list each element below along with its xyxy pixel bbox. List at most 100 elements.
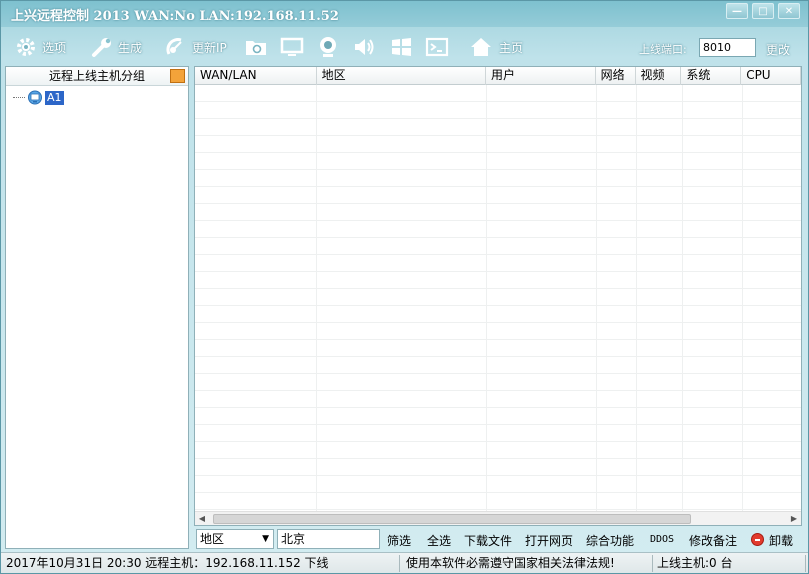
grid-line [682,85,683,511]
filter-button[interactable]: 筛选 [387,532,411,549]
status-legal-notice: 使用本软件必需遵守国家相关法律法规! [403,555,653,572]
window-title: 上兴远程控制 2013 WAN:No LAN:192.168.11.52 [11,9,339,24]
empty-grid-row [195,102,801,119]
build-label: 生成 [118,40,143,55]
grid-line [742,85,743,511]
audio-button[interactable] [351,32,377,62]
webcam-icon [315,34,341,60]
column-video[interactable]: 视频 [636,67,682,85]
title-bar[interactable]: 上兴远程控制 2013 WAN:No LAN:192.168.11.52 — □… [1,1,808,27]
column-wan-lan[interactable]: WAN/LAN [195,67,317,85]
minimize-button[interactable]: — [726,3,748,19]
windows-icon [388,34,414,60]
speaker-icon [351,34,377,60]
maximize-button[interactable]: □ [752,3,774,19]
empty-grid-row [195,459,801,476]
open-webpage-button[interactable]: 打开网页 [525,532,573,549]
scroll-thumb[interactable] [213,514,691,524]
terminal-icon [424,34,450,60]
port-input[interactable]: 8010 [699,38,756,57]
empty-grid-row [195,238,801,255]
filter-value-input[interactable]: 北京 [277,529,380,549]
column-region[interactable]: 地区 [317,67,487,85]
port-label: 上线端口: [639,43,687,56]
download-file-button[interactable]: 下载文件 [464,532,512,549]
empty-grid-row [195,391,801,408]
column-cpu[interactable]: CPU [741,67,801,85]
status-last-event: 2017年10月31日 20:30 远程主机：192.168.11.152 下线 [3,555,400,572]
dropdown-arrow-icon: ▼ [262,534,269,544]
wrench-icon [89,34,115,60]
file-manager-button[interactable] [243,32,269,62]
filter-field-select[interactable]: 地区 ▼ [196,529,274,549]
window-controls: — □ ✕ [726,3,800,19]
update-ip-button[interactable]: 更新IP [163,32,227,62]
build-button[interactable]: 生成 [89,32,142,62]
scroll-left-arrow-icon[interactable]: ◀ [197,514,207,524]
empty-grid-row [195,221,801,238]
column-user[interactable]: 用户 [486,67,596,85]
close-button[interactable]: ✕ [778,3,800,19]
system-button[interactable] [388,32,414,62]
webcam-button[interactable] [315,32,341,62]
tree-node-a1[interactable]: A1 [13,90,64,105]
empty-grid-row [195,272,801,289]
gear-icon [13,34,39,60]
group-panel-title: 远程上线主机分组 [48,69,145,83]
empty-grid-row [195,136,801,153]
toolbar: 选项 生成 更新IP 主页 上线端口: 8010 更改 [1,28,808,66]
options-label: 选项 [42,40,67,55]
empty-grid-row [195,187,801,204]
empty-grid-row [195,306,801,323]
empty-grid-row [195,289,801,306]
group-panel-header: 远程上线主机分组 [6,67,188,86]
empty-grid-row [195,476,801,493]
main-window: 上兴远程控制 2013 WAN:No LAN:192.168.11.52 — □… [0,0,809,574]
uninstall-button[interactable]: 卸载 [769,532,793,549]
uninstall-icon [751,533,764,546]
edit-remark-button[interactable]: 修改备注 [689,532,737,549]
column-system[interactable]: 系统 [681,67,742,85]
filter-field-value: 地区 [200,532,225,546]
column-network[interactable]: 网络 [596,67,636,85]
satellite-icon [163,34,189,60]
empty-grid-row [195,153,801,170]
empty-grid-row [195,204,801,221]
tree-node-label: A1 [45,90,64,105]
computer-group-icon [27,90,43,105]
host-list-header: WAN/LAN 地区 用户 网络 视频 系统 CPU [195,67,801,85]
shell-button[interactable] [424,32,450,62]
empty-grid-row [195,255,801,272]
grid-line [316,85,317,511]
horizontal-scrollbar[interactable]: ◀ ▶ [195,511,801,525]
status-online-count: 上线主机:0 台 [655,555,806,572]
empty-grid-row [195,170,801,187]
grid-rows [195,85,801,510]
empty-grid-row [195,442,801,459]
host-list: WAN/LAN 地区 用户 网络 视频 系统 CPU ◀ ▶ [194,66,802,526]
change-port-button[interactable]: 更改 [766,41,790,58]
combined-functions-button[interactable]: 综合功能 [586,532,634,549]
empty-grid-row [195,357,801,374]
grid-line [486,85,487,511]
empty-grid-row [195,85,801,102]
status-bar: 2017年10月31日 20:30 远程主机：192.168.11.152 下线… [1,552,808,573]
screen-button[interactable] [279,32,305,62]
group-settings-icon[interactable] [170,69,185,83]
ddos-button[interactable]: DDOS [650,534,674,545]
grid-line [596,85,597,511]
homepage-label: 主页 [499,40,524,55]
host-list-body[interactable] [195,85,801,511]
homepage-button[interactable]: 主页 [468,32,523,62]
empty-grid-row [195,493,801,510]
options-button[interactable]: 选项 [13,32,66,62]
scroll-right-arrow-icon[interactable]: ▶ [789,514,799,524]
grid-line [636,85,637,511]
empty-grid-row [195,374,801,391]
empty-grid-row [195,340,801,357]
empty-grid-row [195,119,801,136]
update-ip-label: 更新IP [192,40,227,55]
host-group-panel: 远程上线主机分组 A1 [5,66,189,549]
select-all-button[interactable]: 全选 [427,532,451,549]
home-icon [468,34,494,60]
